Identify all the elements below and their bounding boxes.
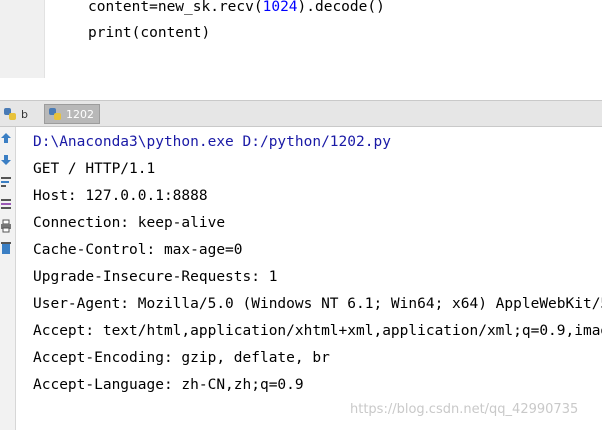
run-tab-bar: b 1202 (0, 100, 602, 127)
console-command-line: D:\Anaconda3\python.exe D:/python/1202.p… (33, 134, 391, 150)
code-editor[interactable]: content=new_sk.recv(1024).decode() print… (0, 0, 602, 78)
python-icon (4, 108, 16, 120)
console-line: Accept-Language: zh-CN,zh;q=0.9 (33, 377, 304, 393)
console-line: Connection: keep-alive (33, 215, 226, 231)
down-arrow-icon[interactable] (0, 153, 12, 167)
scroll-to-end-icon[interactable] (0, 197, 12, 211)
tab-label: b (21, 107, 28, 121)
code-line-recv: content=new_sk.recv(1024).decode() (88, 0, 385, 15)
console-line: Accept: text/html,application/xhtml+xml,… (33, 323, 602, 339)
up-arrow-icon[interactable] (0, 131, 12, 145)
tab-1202[interactable]: 1202 (44, 104, 100, 124)
soft-wrap-icon[interactable] (0, 175, 12, 189)
watermark: https://blog.csdn.net/qq_42990735 (350, 402, 579, 417)
tab-label: 1202 (66, 107, 94, 121)
code-line-print: print(content) (88, 25, 211, 41)
console-line: Accept-Encoding: gzip, deflate, br (33, 350, 330, 366)
console-line: Cache-Control: max-age=0 (33, 242, 243, 258)
run-toolbar (0, 127, 16, 430)
python-icon (49, 108, 61, 120)
console-output[interactable]: D:\Anaconda3\python.exe D:/python/1202.p… (16, 127, 602, 430)
print-icon[interactable] (0, 219, 12, 233)
editor-gutter (0, 0, 45, 78)
console-line: User-Agent: Mozilla/5.0 (Windows NT 6.1;… (33, 296, 602, 312)
trash-icon[interactable] (0, 241, 12, 255)
console-line: GET / HTTP/1.1 (33, 161, 156, 177)
console-line: Upgrade-Insecure-Requests: 1 (33, 269, 278, 285)
tab-b[interactable]: b (0, 104, 36, 124)
editor-spacer (0, 78, 602, 100)
console-line: Host: 127.0.0.1:8888 (33, 188, 208, 204)
